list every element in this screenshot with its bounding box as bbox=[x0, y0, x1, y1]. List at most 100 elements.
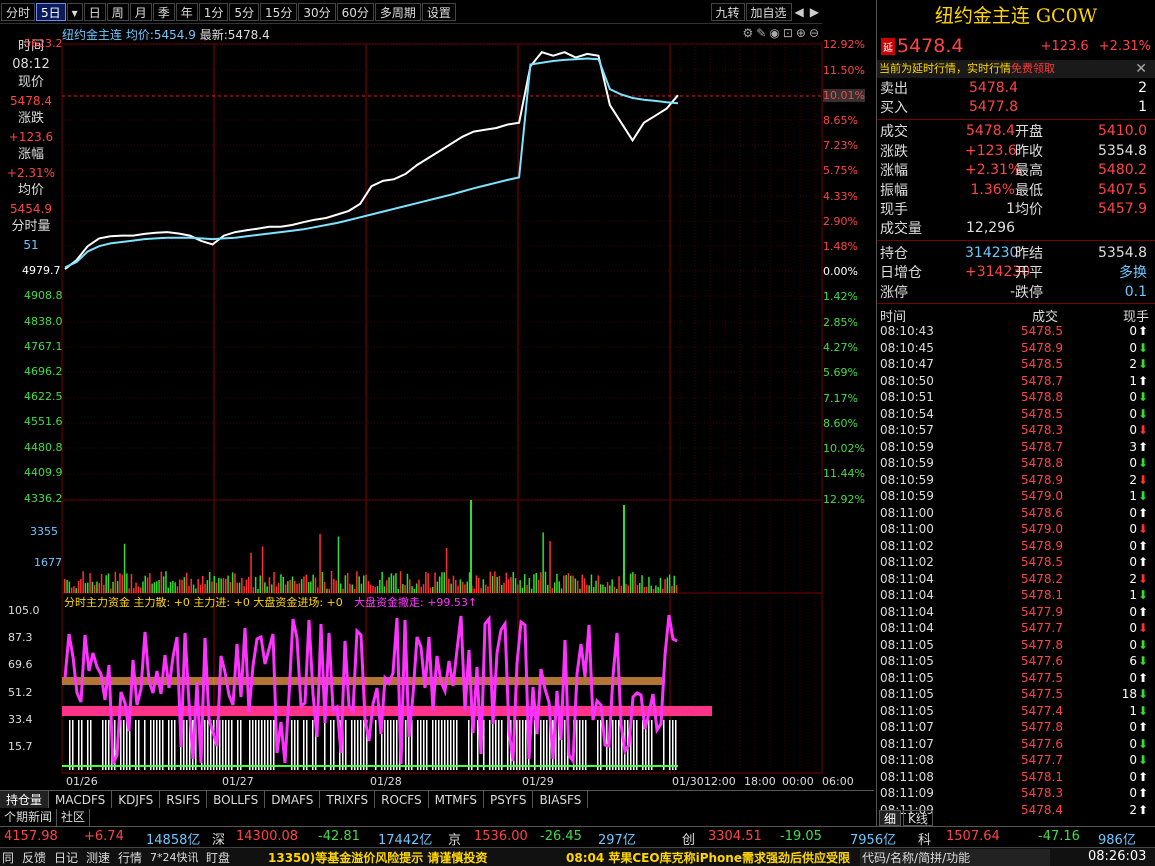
ind-tab-9[interactable]: PSYFS bbox=[484, 791, 534, 808]
tick-price: 5478.3 bbox=[1021, 786, 1063, 801]
flow-bar bbox=[138, 720, 140, 770]
ind-tab-5[interactable]: DMAFS bbox=[265, 791, 321, 808]
market-cell: 3304.51 bbox=[708, 829, 762, 844]
ind-tab-4[interactable]: BOLLFS bbox=[207, 791, 266, 808]
delay-text: 当前为延时行情，实时行情 bbox=[879, 62, 1011, 75]
flow-bar bbox=[651, 720, 653, 770]
volume-bar bbox=[507, 579, 510, 593]
tick-volume: 1 bbox=[1129, 703, 1137, 718]
tick-row: 08:11:04 5478.1 1 ⬇ bbox=[877, 588, 1155, 605]
volume-bar bbox=[254, 576, 257, 593]
tick-price: 5478.5 bbox=[1021, 406, 1063, 421]
volume-bar bbox=[399, 571, 402, 593]
volume-bar bbox=[611, 579, 613, 593]
flow-bar bbox=[171, 720, 173, 770]
tick-row: 08:11:00 5478.6 0 ⬆ bbox=[877, 506, 1155, 523]
status-item-5[interactable]: 7*24快讯 bbox=[150, 849, 199, 865]
status-item-3[interactable]: 测速 bbox=[86, 849, 110, 866]
quote-title: 纽约金主连 GC0W bbox=[934, 5, 1098, 27]
volume-bar bbox=[530, 588, 533, 593]
flow-bar bbox=[300, 720, 302, 770]
tick-time: 08:10:45 bbox=[880, 340, 934, 355]
tick-row: 08:11:02 5478.5 0 ⬆ bbox=[877, 555, 1155, 572]
tab-kline[interactable]: K线 bbox=[903, 810, 933, 826]
free-link[interactable]: 免费领取 bbox=[1011, 62, 1055, 75]
ind-tab-1[interactable]: MACDFS bbox=[49, 791, 113, 808]
volume-bar bbox=[236, 582, 238, 593]
right-axis-label: 10.01% bbox=[823, 89, 865, 102]
flow-bar bbox=[264, 720, 266, 770]
ind-tab-6[interactable]: TRIXFS bbox=[320, 791, 376, 808]
arrow-up-icon: ⬆ bbox=[1138, 373, 1149, 388]
status-item-4[interactable]: 行情 bbox=[118, 849, 142, 866]
tab-detail[interactable]: 细 bbox=[879, 810, 902, 826]
status-item-1[interactable]: 反馈 bbox=[22, 849, 46, 866]
volume-bar bbox=[243, 586, 245, 593]
tick-time: 08:11:08 bbox=[880, 769, 934, 784]
volume-bar bbox=[666, 577, 669, 593]
news-ticker[interactable]: 08:04 苹果CEO库克称iPhone需求强劲后供应受限 bbox=[566, 849, 850, 866]
volume-bar bbox=[639, 583, 641, 593]
intraday-chart[interactable] bbox=[0, 0, 874, 790]
arrow-up-icon: ⬆ bbox=[1138, 555, 1149, 570]
volume-bar bbox=[475, 575, 478, 593]
bid-ask-row: 卖出 5478.4 2 bbox=[877, 78, 1155, 97]
ind-tab-3[interactable]: RSIFS bbox=[160, 791, 208, 808]
tick-time: 08:11:00 bbox=[880, 522, 934, 537]
quote-cell: 多换 bbox=[1119, 265, 1147, 282]
flow-bar bbox=[270, 720, 272, 770]
ind-tab-8[interactable]: MTMFS bbox=[429, 791, 484, 808]
arrow-down-icon: ⬇ bbox=[1138, 340, 1149, 355]
community-tab[interactable]: 社区 bbox=[57, 809, 91, 826]
ind-tab-10[interactable]: BIASFS bbox=[533, 791, 589, 808]
volume-bar bbox=[404, 585, 406, 593]
volume-bar bbox=[103, 584, 105, 593]
volume-bar bbox=[519, 580, 521, 593]
volume-bar bbox=[367, 581, 370, 593]
arrow-up-icon: ⬆ bbox=[1138, 769, 1149, 784]
right-axis-label: 2.90% bbox=[823, 215, 858, 228]
tick-price: 5478.3 bbox=[1021, 423, 1063, 438]
flow-axis-label: 51.2 bbox=[8, 686, 33, 699]
volume-bar bbox=[590, 574, 593, 593]
market-bar: 4157.98 +6.74 14858亿深 14300.08 -42.81 17442亿京… bbox=[0, 826, 1155, 848]
flow-bar bbox=[438, 720, 440, 770]
volume-bar bbox=[80, 579, 82, 593]
volume-bar bbox=[149, 573, 151, 593]
quote-rows: 卖出 5478.4 2 买入 5477.8 1 成交 5478.4 开盘 5410.0 涨跌 +123… bbox=[877, 78, 1155, 305]
flow-axis-label: 15.7 bbox=[8, 740, 33, 753]
volume-bar bbox=[466, 581, 468, 593]
quote-cell: 涨跌 bbox=[880, 143, 908, 160]
flow-bar bbox=[306, 720, 308, 770]
ind-tab-0[interactable]: 持仓量 bbox=[0, 791, 50, 808]
date-label: 06:00 bbox=[822, 775, 854, 788]
tick-time: 08:10:59 bbox=[880, 439, 934, 454]
volume-bar bbox=[528, 578, 531, 593]
fund-alert[interactable]: 13350)等基金溢价风险提示 请谨慎投资 bbox=[268, 849, 487, 866]
close-icon[interactable]: ✕ bbox=[1135, 60, 1147, 78]
ind-tab-2[interactable]: KDJFS bbox=[112, 791, 161, 808]
volume-bar bbox=[303, 576, 305, 593]
separator bbox=[877, 240, 1155, 242]
volume-bar bbox=[133, 588, 135, 593]
arrow-up-icon: ⬆ bbox=[1138, 802, 1149, 817]
quote-cell: +123.6 bbox=[965, 142, 1017, 159]
status-item-0[interactable]: 同 bbox=[2, 849, 14, 866]
status-item-2[interactable]: 日记 bbox=[54, 849, 78, 866]
volume-bar bbox=[650, 585, 652, 593]
right-axis-label: 5.75% bbox=[823, 164, 858, 177]
search-input[interactable]: 代码/名称/简拼/功能 bbox=[860, 849, 1050, 866]
market-cell: -42.81 bbox=[318, 829, 360, 844]
volume-bar bbox=[597, 575, 600, 593]
ind-tab-7[interactable]: ROCFS bbox=[375, 791, 429, 808]
volume-bar bbox=[593, 587, 595, 593]
tick-price: 5477.6 bbox=[1021, 736, 1063, 751]
tick-row: 08:10:59 5478.7 3 ⬆ bbox=[877, 440, 1155, 457]
volume-bar bbox=[328, 588, 330, 593]
tick-time: 08:10:59 bbox=[880, 489, 934, 504]
news-tab[interactable]: 个期新闻 bbox=[0, 809, 58, 826]
status-item-6[interactable]: 盯盘 bbox=[206, 849, 230, 866]
flow-bar bbox=[615, 720, 617, 770]
volume-bar bbox=[429, 587, 432, 593]
volume-bar bbox=[326, 588, 328, 593]
